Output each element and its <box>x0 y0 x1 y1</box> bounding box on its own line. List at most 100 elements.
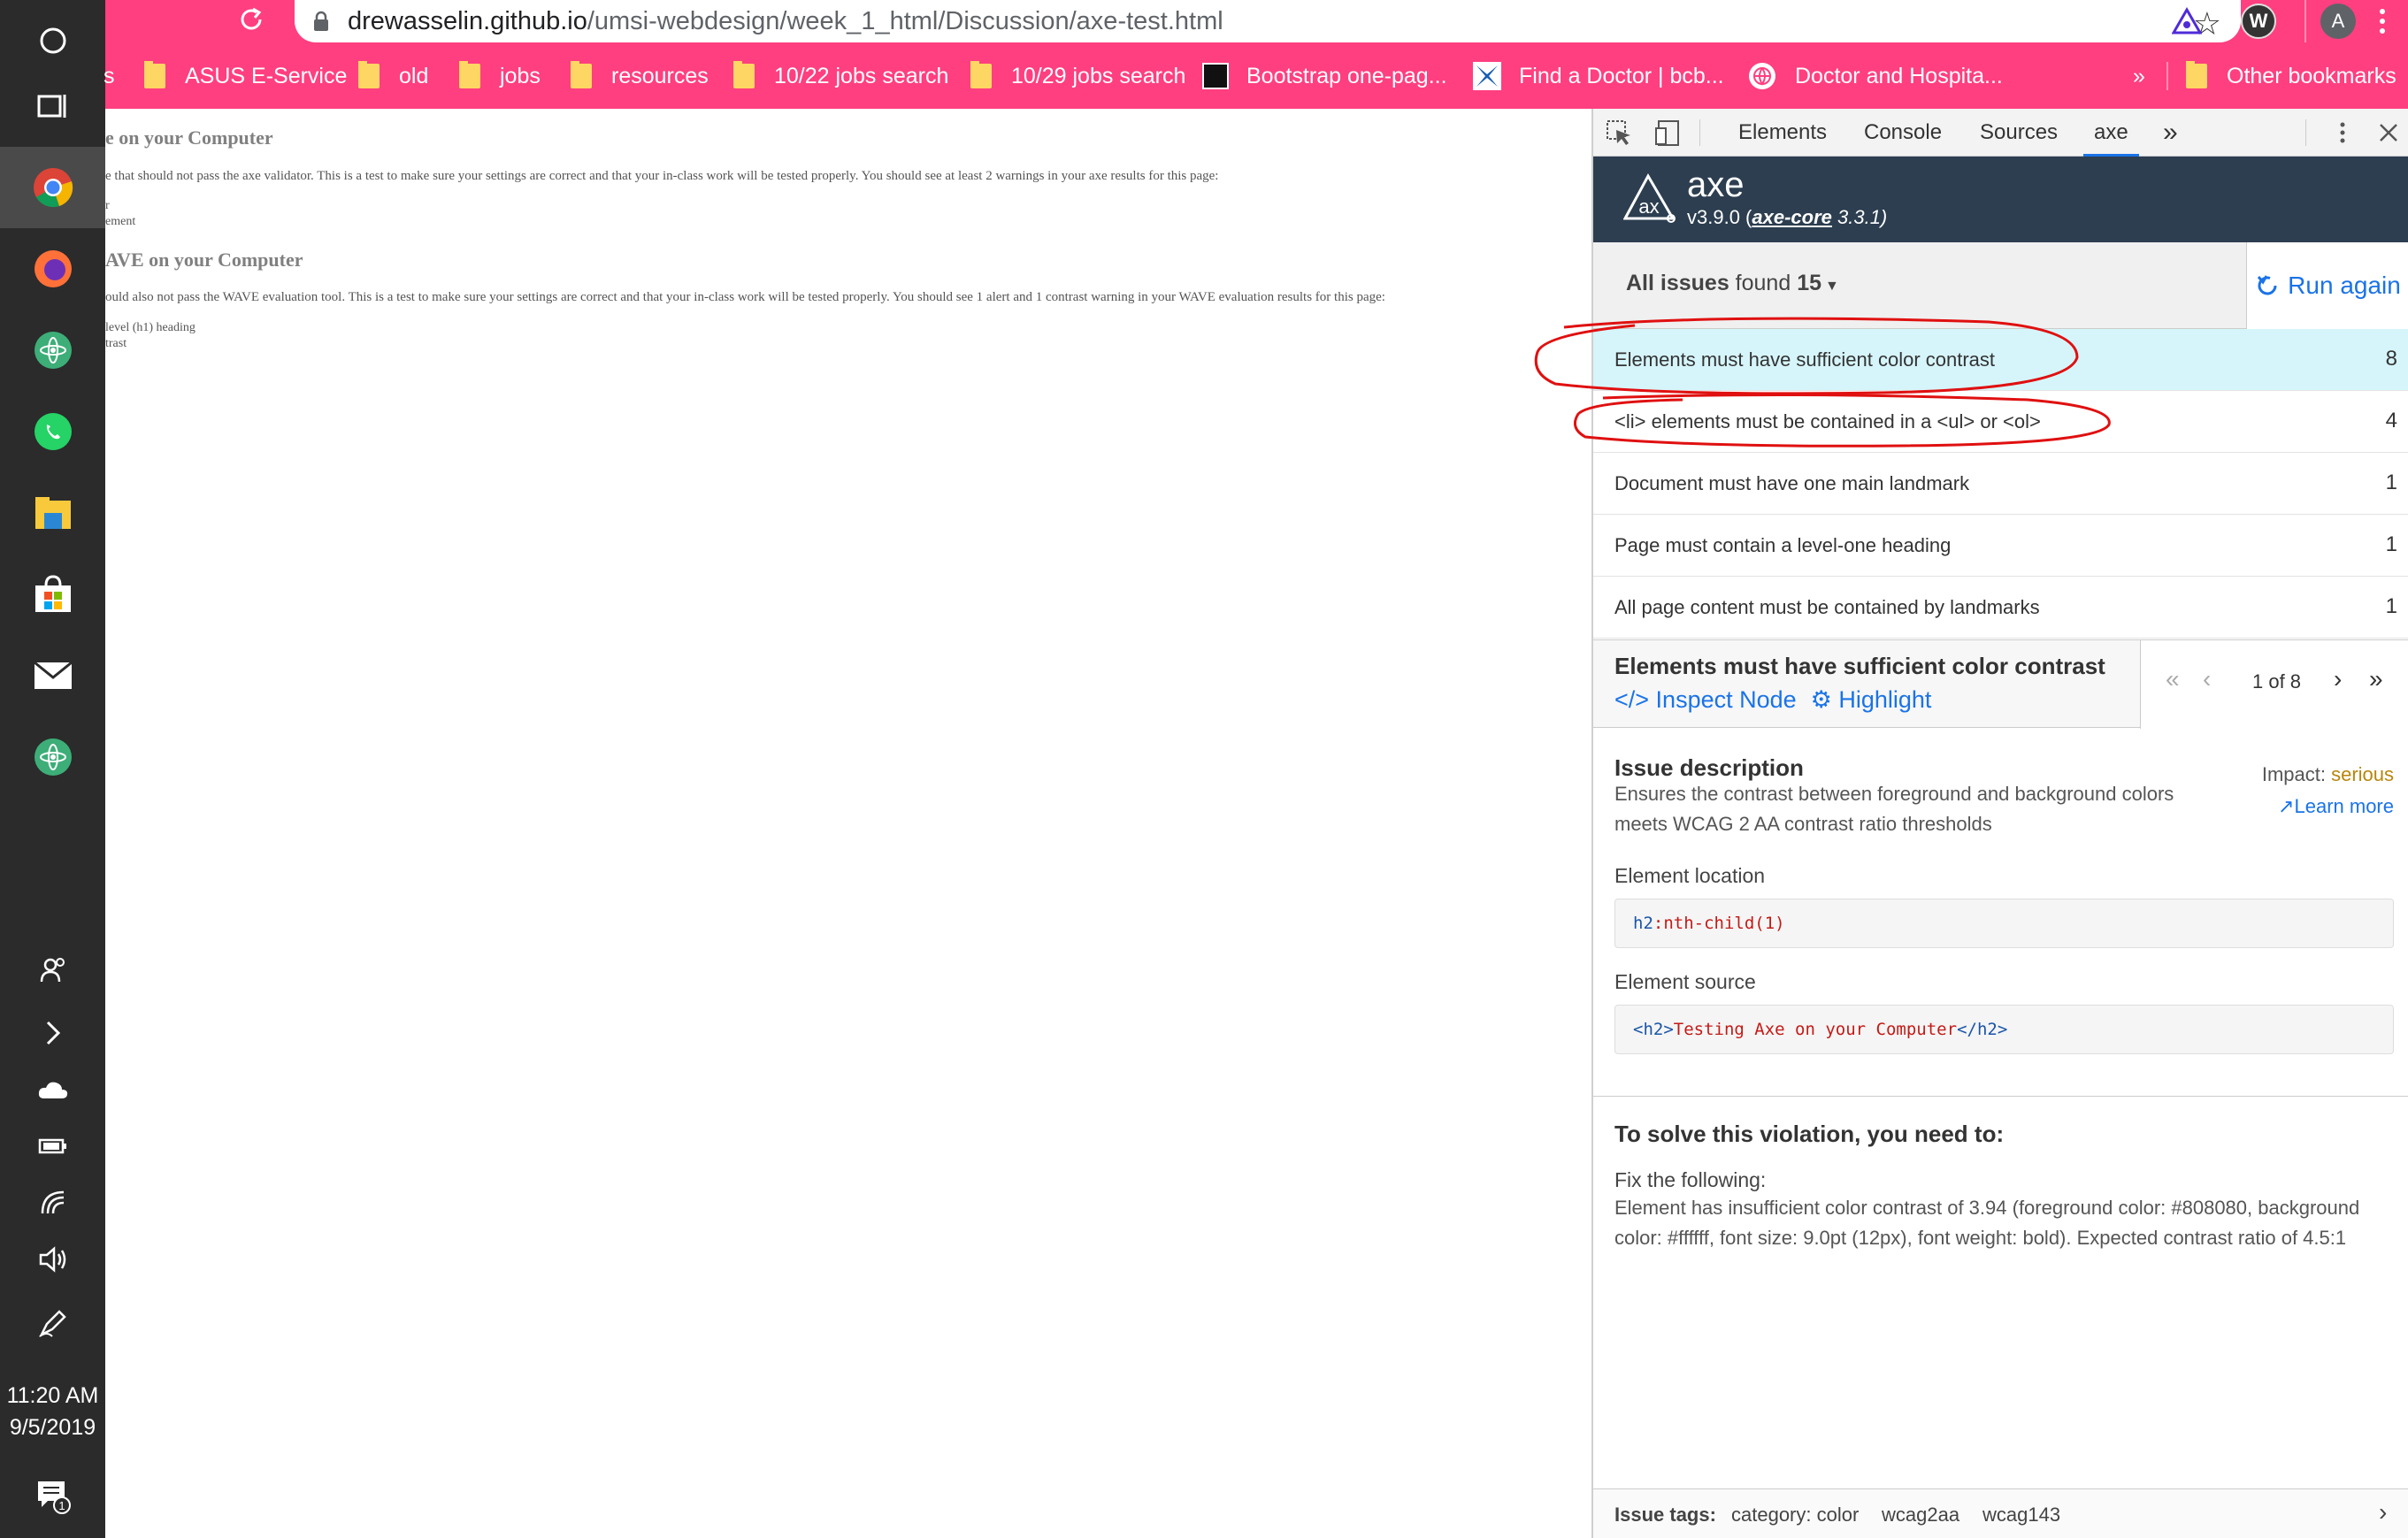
address-bar[interactable]: drewasselin.github.io/umsi-webdesign/wee… <box>295 0 2241 42</box>
issue-description-text: Ensures the contrast between foreground … <box>1614 783 2174 835</box>
issue-row-main-landmark[interactable]: Document must have one main landmark 1 <box>1593 453 2408 515</box>
bookmark-10-22[interactable]: 10/22 jobs search <box>733 55 948 97</box>
run-again-button[interactable]: Run again <box>2246 242 2408 329</box>
task-view-button[interactable] <box>0 65 105 147</box>
next-page-button[interactable]: › <box>2334 665 2342 693</box>
device-toolbar-button[interactable] <box>1655 119 1682 146</box>
bookmark-bootstrap[interactable]: Bootstrap one-pag... <box>1202 55 1447 97</box>
element-location-box[interactable]: h2:nth-child(1) <box>1614 899 2394 948</box>
external-link-icon: ↗ <box>2278 795 2295 817</box>
chevron-right-icon[interactable]: › <box>2379 1498 2387 1527</box>
prev-page-button[interactable]: ‹ <box>2203 665 2211 693</box>
taskbar-mail[interactable] <box>0 635 105 716</box>
bookmark-old[interactable]: old <box>358 55 428 97</box>
issues-filter-dropdown[interactable]: All issues found 15 ▼ <box>1626 271 1839 296</box>
caret-down-icon: ▼ <box>1825 279 1839 294</box>
issue-detail-header: Elements must have sufficient color cont… <box>1593 639 2408 729</box>
list-item: trast <box>105 337 127 350</box>
issue-row-landmarks[interactable]: All page content must be contained by la… <box>1593 577 2408 639</box>
people-button[interactable] <box>0 941 105 998</box>
wifi-button[interactable] <box>0 1175 105 1231</box>
bookmark-find-doctor[interactable]: Find a Doctor | bcb... <box>1473 55 1724 97</box>
wappalyzer-extension-button[interactable]: W <box>2241 4 2276 39</box>
web-page: e on your Computer e that should not pas… <box>105 109 1591 1538</box>
issue-tag: wcag2aa <box>1882 1504 1960 1526</box>
last-page-button[interactable]: » <box>2369 665 2383 693</box>
action-center-button[interactable]: 1 <box>0 1468 105 1525</box>
issue-count: 8 <box>2385 347 2397 371</box>
impact-label: Impact: <box>2261 763 2332 785</box>
more-vert-icon <box>2340 122 2345 143</box>
bookmark-label: old <box>399 63 429 88</box>
element-source-box[interactable]: <h2>Testing Axe on your Computer</h2> <box>1614 1005 2394 1054</box>
lock-icon[interactable] <box>312 11 330 32</box>
bookmark-partial[interactable]: s <box>104 55 115 97</box>
url-text[interactable]: drewasselin.github.io/umsi-webdesign/wee… <box>348 7 1223 36</box>
inspect-element-button[interactable] <box>1606 119 1632 146</box>
devtools-panel: Elements Console Sources axe » ax axe v3… <box>1591 109 2408 1538</box>
axe-extension-button[interactable] <box>2169 4 2205 39</box>
tab-axe[interactable]: axe <box>2083 109 2139 157</box>
source-open-tag: <h2> <box>1633 1020 1674 1039</box>
taskbar-whatsapp[interactable] <box>0 391 105 472</box>
issue-row-color-contrast[interactable]: Elements must have sufficient color cont… <box>1593 329 2408 391</box>
reload-button[interactable] <box>238 2 265 42</box>
learn-more-label: Learn more <box>2294 795 2394 817</box>
pen-icon <box>38 1310 66 1337</box>
bookmark-resources[interactable]: resources <box>571 55 709 97</box>
bookmark-jobs[interactable]: jobs <box>459 55 541 97</box>
other-bookmarks[interactable]: Other bookmarks <box>2186 55 2396 97</box>
onedrive-button[interactable] <box>0 1061 105 1118</box>
tab-elements[interactable]: Elements <box>1738 109 1827 157</box>
pen-workspace-button[interactable] <box>0 1295 105 1351</box>
taskbar-store[interactable] <box>0 554 105 635</box>
bookmarks-bar: s ASUS E-Service old jobs resources 10/2… <box>104 55 2408 97</box>
chrome-menu-button[interactable] <box>2377 5 2388 37</box>
inspect-node-link[interactable]: </> Inspect Node <box>1614 686 1797 714</box>
bookmarks-overflow-button[interactable]: » <box>2133 55 2145 97</box>
volume-button[interactable] <box>0 1231 105 1288</box>
bookmark-asus[interactable]: ASUS E-Service <box>144 55 347 97</box>
list-item: r <box>105 199 110 212</box>
location-tag: h2 <box>1633 914 1653 933</box>
issue-row-list-items[interactable]: <li> elements must be contained in a <ul… <box>1593 391 2408 453</box>
first-page-button[interactable]: « <box>2166 665 2180 693</box>
system-clock[interactable]: 11:20 AM 9/5/2019 <box>0 1380 105 1443</box>
taskbar-firefox[interactable] <box>0 228 105 310</box>
gear-icon: ⚙ <box>1810 686 1839 713</box>
battery-button[interactable] <box>0 1118 105 1175</box>
profile-initial: A <box>2331 10 2345 32</box>
devtools-menu-button[interactable] <box>2329 119 2356 146</box>
tab-console[interactable]: Console <box>1864 109 1942 157</box>
taskbar-chrome[interactable] <box>0 147 105 228</box>
issue-text: Elements must have sufficient color cont… <box>1614 348 1996 371</box>
detail-title: Elements must have sufficient color cont… <box>1614 653 2105 679</box>
atom-icon <box>34 332 72 369</box>
issue-row-level-one-heading[interactable]: Page must contain a level-one heading 1 <box>1593 515 2408 577</box>
learn-more-link[interactable]: ↗Learn more <box>2278 795 2394 818</box>
taskbar-file-explorer[interactable] <box>0 472 105 554</box>
reload-icon <box>241 7 262 30</box>
devtools-close-button[interactable] <box>2375 119 2402 146</box>
taskbar-atom-2[interactable] <box>0 716 105 798</box>
issues-summary-bar: All issues found 15 ▼ Run again <box>1593 242 2408 329</box>
bookmark-label: s <box>104 63 115 88</box>
profile-avatar[interactable]: A <box>2320 4 2356 39</box>
mail-icon <box>33 661 73 689</box>
issues-label: All issues <box>1626 271 1729 295</box>
more-tabs-chevron-icon[interactable]: » <box>2163 109 2178 157</box>
bookmark-label: 10/29 jobs search <box>1011 63 1186 88</box>
highlight-link[interactable]: ⚙ Highlight <box>1811 686 1932 714</box>
taskbar-atom[interactable] <box>0 310 105 391</box>
wappalyzer-icon: W <box>2249 10 2268 32</box>
bookmark-doctor-hospital[interactable]: Doctor and Hospita... <box>1749 55 2003 97</box>
screen: 11:20 AM 9/5/2019 1 drewasselin.github.i… <box>0 0 2408 1538</box>
bookmark-10-29[interactable]: 10/29 jobs search <box>970 55 1185 97</box>
tab-sources[interactable]: Sources <box>1980 109 2058 157</box>
show-hidden-icons-button[interactable] <box>0 1005 105 1061</box>
refresh-icon <box>2258 275 2277 295</box>
axe-title: axe <box>1687 165 1745 204</box>
issue-count: 1 <box>2385 471 2397 494</box>
axe-core-link[interactable]: axe-core <box>1752 206 1832 228</box>
battery-icon <box>38 1138 66 1154</box>
